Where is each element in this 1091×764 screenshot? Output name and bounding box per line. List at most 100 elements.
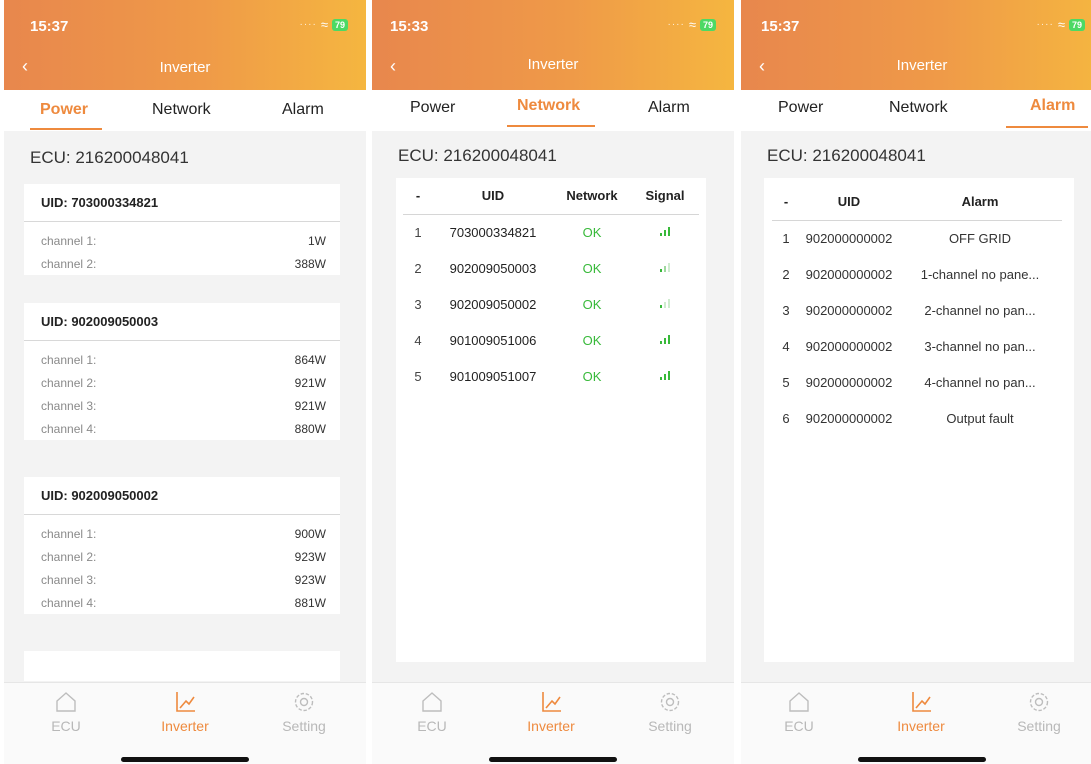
col-header-alarm: Alarm (898, 184, 1062, 221)
active-tab-indicator (1006, 126, 1088, 128)
tab-power[interactable]: Power (40, 101, 88, 119)
table-row: 4 901009051006 OK (403, 322, 699, 358)
tab-bar: Power Network Alarm (4, 90, 366, 131)
channel-row: channel 3: 923W (24, 568, 340, 591)
tab-network[interactable]: Network (517, 97, 580, 115)
nav-label: ECU (417, 718, 447, 734)
active-tab-indicator (507, 125, 595, 127)
table-row: 3 902000000002 2-channel no pan... (772, 292, 1062, 328)
row-index: 3 (414, 296, 422, 312)
channel-power: 921W (294, 398, 326, 413)
page-title: Inverter (159, 59, 211, 76)
channel-label: channel 1: (41, 233, 97, 248)
status-icons: ···· ≈ 79 (1037, 17, 1085, 32)
nav-label: Inverter (897, 718, 945, 734)
tab-alarm[interactable]: Alarm (1030, 97, 1075, 115)
nav-setting[interactable]: Setting (630, 690, 710, 734)
row-index: 4 (782, 338, 790, 354)
home-icon (422, 692, 442, 712)
table-row: 5 902000000002 4-channel no pan... (772, 364, 1062, 400)
nav-ecu[interactable]: ECU (759, 690, 839, 734)
home-indicator (858, 757, 986, 762)
row-alarm: 1-channel no pane... (920, 266, 1040, 282)
nav-label: ECU (784, 718, 814, 734)
status-time: 15:33 (390, 18, 429, 35)
app-header: 15:37 ···· ≈ 79 ‹ Inverter (741, 0, 1091, 90)
chart-line-icon (912, 692, 931, 712)
row-uid: 902000000002 (805, 410, 893, 426)
ecu-id: ECU: 216200048041 (398, 146, 557, 165)
channel-row: channel 1: 1W (24, 229, 340, 252)
table-row: 2 902009050003 OK (403, 250, 699, 286)
channel-row: channel 4: 881W (24, 591, 340, 614)
tab-power[interactable]: Power (410, 99, 455, 117)
home-icon (56, 692, 76, 712)
tab-alarm[interactable]: Alarm (282, 101, 324, 119)
phone-screen-network: 15:33 ···· ≈ 79 ‹ Inverter Power Network… (372, 0, 734, 764)
table-row: 1 902000000002 OFF GRID (772, 220, 1062, 256)
row-network-status: OK (582, 296, 602, 312)
gear-icon (1029, 692, 1049, 712)
tab-power[interactable]: Power (778, 99, 823, 117)
nav-inverter[interactable]: Inverter (881, 690, 961, 734)
home-indicator (121, 757, 249, 762)
channel-label: channel 4: (41, 595, 97, 610)
signal-bars-icon (631, 322, 699, 358)
network-table-panel: - UID Network Signal 1 703000334821 OK 2… (396, 178, 706, 662)
bottom-nav: ECU Inverter Setting (372, 682, 734, 764)
row-uid: 902000000002 (805, 338, 893, 354)
status-icons: ···· ≈ 79 (668, 17, 716, 32)
channel-row: channel 1: 900W (24, 522, 340, 545)
wifi-icon: ≈ (320, 17, 328, 32)
page-title: Inverter (896, 57, 948, 74)
nav-inverter[interactable]: Inverter (145, 690, 225, 734)
signal-dots-icon: ···· (299, 19, 317, 30)
status-icons: ···· ≈ 79 (300, 17, 348, 32)
channel-label: channel 1: (41, 526, 97, 541)
battery-level: 79 (331, 18, 348, 31)
row-index: 2 (782, 266, 790, 282)
row-network-status: OK (582, 224, 602, 240)
tab-alarm[interactable]: Alarm (648, 99, 690, 117)
network-table: - UID Network Signal 1 703000334821 OK 2… (403, 178, 699, 394)
nav-setting[interactable]: Setting (999, 690, 1079, 734)
row-alarm: 4-channel no pan... (924, 374, 1036, 390)
inverter-card-partial (24, 651, 340, 681)
channel-row: channel 3: 921W (24, 394, 340, 417)
page-title: Inverter (527, 56, 579, 73)
table-row: 6 902000000002 Output fault (772, 400, 1062, 436)
row-uid: 902000000002 (805, 266, 893, 282)
tab-network[interactable]: Network (152, 101, 211, 119)
channel-row: channel 2: 921W (24, 371, 340, 394)
home-icon (789, 692, 809, 712)
row-index: 5 (782, 374, 790, 390)
battery-level: 79 (699, 18, 716, 31)
channel-label: channel 1: (41, 352, 97, 367)
nav-setting[interactable]: Setting (264, 690, 344, 734)
channel-power: 864W (294, 352, 326, 367)
ecu-id: ECU: 216200048041 (30, 148, 189, 167)
inverter-card: UID: 902009050003 channel 1: 864W channel… (24, 303, 340, 440)
signal-bars-icon (631, 214, 699, 250)
channel-label: channel 2: (41, 549, 97, 564)
nav-inverter[interactable]: Inverter (511, 690, 591, 734)
tab-network[interactable]: Network (889, 99, 948, 117)
home-indicator (489, 757, 617, 762)
nav-label: Inverter (527, 718, 575, 734)
row-alarm: 3-channel no pan... (924, 338, 1036, 354)
inverter-uid: UID: 703000334821 (24, 184, 340, 222)
gear-icon (294, 692, 314, 712)
channel-row: channel 1: 864W (24, 348, 340, 371)
row-uid: 703000334821 (449, 224, 537, 240)
nav-ecu[interactable]: ECU (392, 690, 472, 734)
channel-label: channel 2: (41, 375, 97, 390)
col-header-signal: Signal (631, 178, 699, 215)
nav-ecu[interactable]: ECU (26, 690, 106, 734)
channel-row: channel 2: 923W (24, 545, 340, 568)
bottom-nav: ECU Inverter Setting (4, 682, 366, 764)
alarm-table-panel: - UID Alarm 1 902000000002 OFF GRID 2 90… (764, 178, 1074, 662)
row-uid: 902000000002 (805, 302, 893, 318)
col-header-index: - (772, 184, 800, 221)
channel-label: channel 3: (41, 398, 97, 413)
ecu-id: ECU: 216200048041 (767, 146, 926, 165)
